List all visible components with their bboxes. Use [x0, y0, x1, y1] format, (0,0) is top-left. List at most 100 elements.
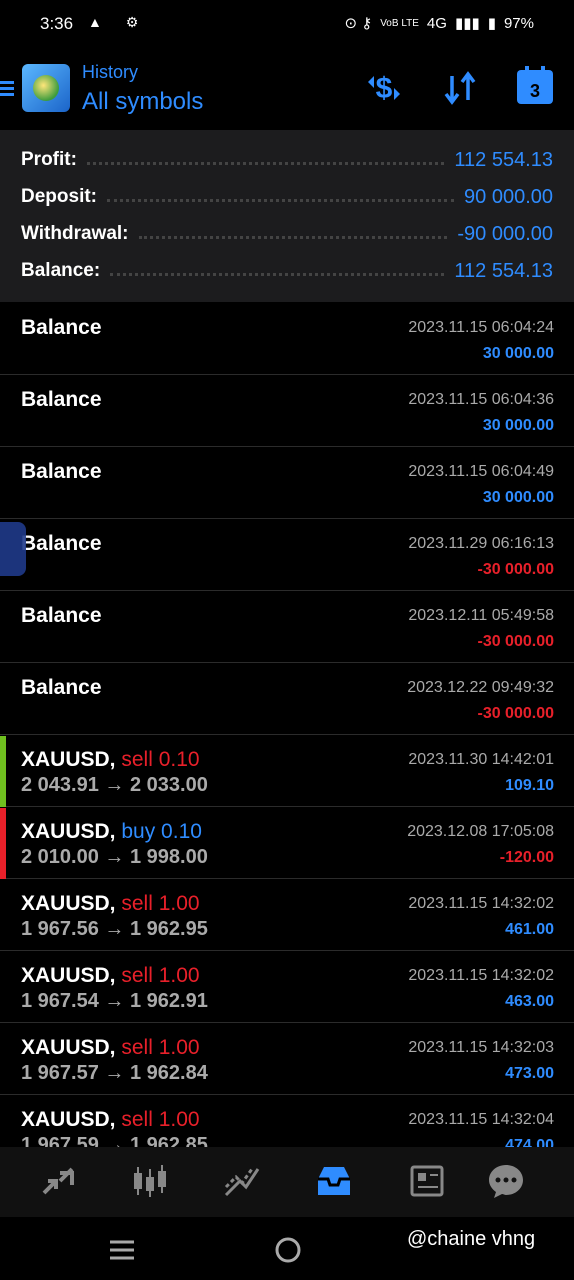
page-subtitle: History [82, 62, 139, 82]
trade-side: buy 0.10 [121, 820, 202, 843]
trade-prices: 1 967.59 → 1 962.85 [21, 1134, 208, 1147]
trade-title: XAUUSD, sell 1.00 [21, 892, 200, 916]
trade-row[interactable]: XAUUSD, buy 0.10 2 010.00 → 1 998.00 202… [0, 808, 574, 879]
trade-symbol: XAUUSD, [21, 748, 116, 771]
profit-edge-marker [0, 736, 6, 807]
trade-icon[interactable] [222, 1161, 262, 1201]
row-amount: 474.00 [505, 1137, 554, 1147]
trade-row[interactable]: XAUUSD, sell 1.00 1 967.57 → 1 962.84 20… [0, 1024, 574, 1095]
app-logo [22, 64, 70, 112]
trade-prices: 2 010.00 → 1 998.00 [21, 846, 208, 868]
recent-apps-icon[interactable] [108, 1238, 136, 1262]
summary-profit: Profit: 112 554.13 [21, 145, 553, 175]
quotes-icon[interactable] [38, 1161, 78, 1201]
row-date: 2023.11.30 14:42:01 [408, 751, 554, 768]
row-amount: -30 000.00 [477, 705, 554, 722]
history-row[interactable]: Balance 2023.11.15 06:04:24 30 000.00 [0, 304, 574, 375]
row-title: Balance [21, 388, 102, 411]
row-amount: 30 000.00 [482, 345, 554, 362]
history-row[interactable]: Balance 2023.11.15 06:04:36 30 000.00 [0, 376, 574, 447]
notification-icons: ▲ ⚙ [88, 14, 149, 30]
history-row[interactable]: Balance 2023.12.22 09:49:32 -30 000.00 [0, 664, 574, 735]
row-date: 2023.12.22 09:49:32 [407, 679, 554, 696]
row-title: Balance [21, 604, 102, 627]
messages-icon[interactable] [486, 1161, 526, 1201]
trade-side: sell 1.00 [121, 892, 200, 915]
network-label: 4G [426, 14, 447, 32]
trade-title: XAUUSD, sell 0.10 [21, 748, 200, 772]
menu-icon[interactable] [0, 78, 14, 100]
trade-row[interactable]: XAUUSD, sell 1.00 1 967.56 → 1 962.95 20… [0, 880, 574, 951]
trade-prices: 1 967.57 → 1 962.84 [21, 1062, 208, 1084]
floating-assist-button[interactable] [0, 522, 26, 576]
status-icons: ⊙ ⚷ [344, 15, 373, 32]
trade-prices: 2 043.91 → 2 033.00 [21, 774, 208, 796]
page-title[interactable]: All symbols [82, 88, 203, 116]
watermark-label: @chaine vhng [407, 1228, 536, 1250]
dotted-leader [138, 235, 448, 239]
summary-label: Balance: [21, 260, 101, 281]
row-amount: 30 000.00 [482, 489, 554, 506]
summary-value: 112 554.13 [454, 259, 553, 282]
summary-panel: Profit: 112 554.13 Deposit: 90 000.00 Wi… [0, 130, 574, 302]
trade-side: sell 1.00 [121, 1108, 200, 1131]
row-amount: 473.00 [505, 1065, 554, 1082]
row-date: 2023.11.15 14:32:02 [408, 895, 554, 912]
summary-label: Deposit: [21, 186, 97, 207]
news-icon[interactable] [406, 1161, 446, 1201]
summary-value: 112 554.13 [454, 148, 553, 171]
row-date: 2023.12.11 05:49:58 [408, 607, 554, 624]
chart-icon[interactable] [130, 1161, 170, 1201]
status-bar: 3:36 ▲ ⚙ ⊙ ⚷ VoB LTE 4G ▮▮▮ ▮ 97% [0, 0, 574, 48]
row-amount: -120.00 [499, 849, 554, 866]
summary-label: Withdrawal: [21, 223, 129, 244]
trade-symbol: XAUUSD, [21, 820, 116, 843]
row-amount: -30 000.00 [477, 561, 554, 578]
row-date: 2023.11.15 14:32:02 [408, 967, 554, 984]
history-icon[interactable] [314, 1161, 354, 1201]
row-amount: 463.00 [505, 993, 554, 1010]
bottom-nav [0, 1147, 574, 1217]
sort-icon[interactable] [442, 70, 478, 106]
history-row[interactable]: Balance 2023.11.15 06:04:49 30 000.00 [0, 448, 574, 519]
row-date: 2023.11.15 06:04:24 [408, 319, 554, 336]
row-title: Balance [21, 316, 102, 339]
row-amount: 461.00 [505, 921, 554, 938]
trade-row[interactable]: XAUUSD, sell 1.00 1 967.59 → 1 962.85 20… [0, 1096, 574, 1147]
row-amount: 30 000.00 [482, 417, 554, 434]
volte-label: VoB LTE [380, 17, 419, 29]
summary-withdrawal: Withdrawal: -90 000.00 [21, 219, 553, 249]
status-right: ⊙ ⚷ VoB LTE 4G ▮▮▮ ▮ 97% [344, 14, 534, 33]
calendar-number: 3 [529, 81, 540, 101]
trade-prices: 1 967.56 → 1 962.95 [21, 918, 208, 940]
summary-deposit: Deposit: 90 000.00 [21, 182, 553, 212]
trade-title: XAUUSD, sell 1.00 [21, 1108, 200, 1132]
trade-row[interactable]: XAUUSD, sell 0.10 2 043.91 → 2 033.00 20… [0, 736, 574, 807]
trade-row[interactable]: XAUUSD, sell 1.00 1 967.54 → 1 962.91 20… [0, 952, 574, 1023]
battery-icon: ▮ [487, 15, 496, 32]
deposit-dollar-icon[interactable]: $ [364, 70, 404, 106]
trade-symbol: XAUUSD, [21, 964, 116, 987]
trade-symbol: XAUUSD, [21, 892, 116, 915]
history-row[interactable]: Balance 2023.11.29 06:16:13 -30 000.00 [0, 520, 574, 591]
loss-edge-marker [0, 808, 6, 879]
row-date: 2023.11.15 14:32:03 [408, 1039, 554, 1056]
home-icon[interactable] [274, 1236, 302, 1264]
status-time: 3:36 [40, 14, 74, 33]
row-date: 2023.11.15 14:32:04 [408, 1111, 554, 1128]
row-date: 2023.12.08 17:05:08 [407, 823, 554, 840]
summary-label: Profit: [21, 149, 77, 170]
calendar-icon[interactable]: 3 [517, 66, 553, 104]
row-title: Balance [21, 676, 102, 699]
row-title: Balance [21, 532, 102, 555]
dotted-leader [110, 272, 445, 276]
history-row[interactable]: Balance 2023.12.11 05:49:58 -30 000.00 [0, 592, 574, 663]
battery-percent: 97% [503, 14, 534, 32]
trade-title: XAUUSD, sell 1.00 [21, 964, 200, 988]
trade-side: sell 1.00 [121, 1036, 200, 1059]
summary-value: 90 000.00 [464, 185, 553, 208]
row-date: 2023.11.15 06:04:49 [408, 463, 554, 480]
row-title: Balance [21, 460, 102, 483]
row-date: 2023.11.29 06:16:13 [408, 535, 554, 552]
trade-title: XAUUSD, buy 0.10 [21, 820, 202, 844]
